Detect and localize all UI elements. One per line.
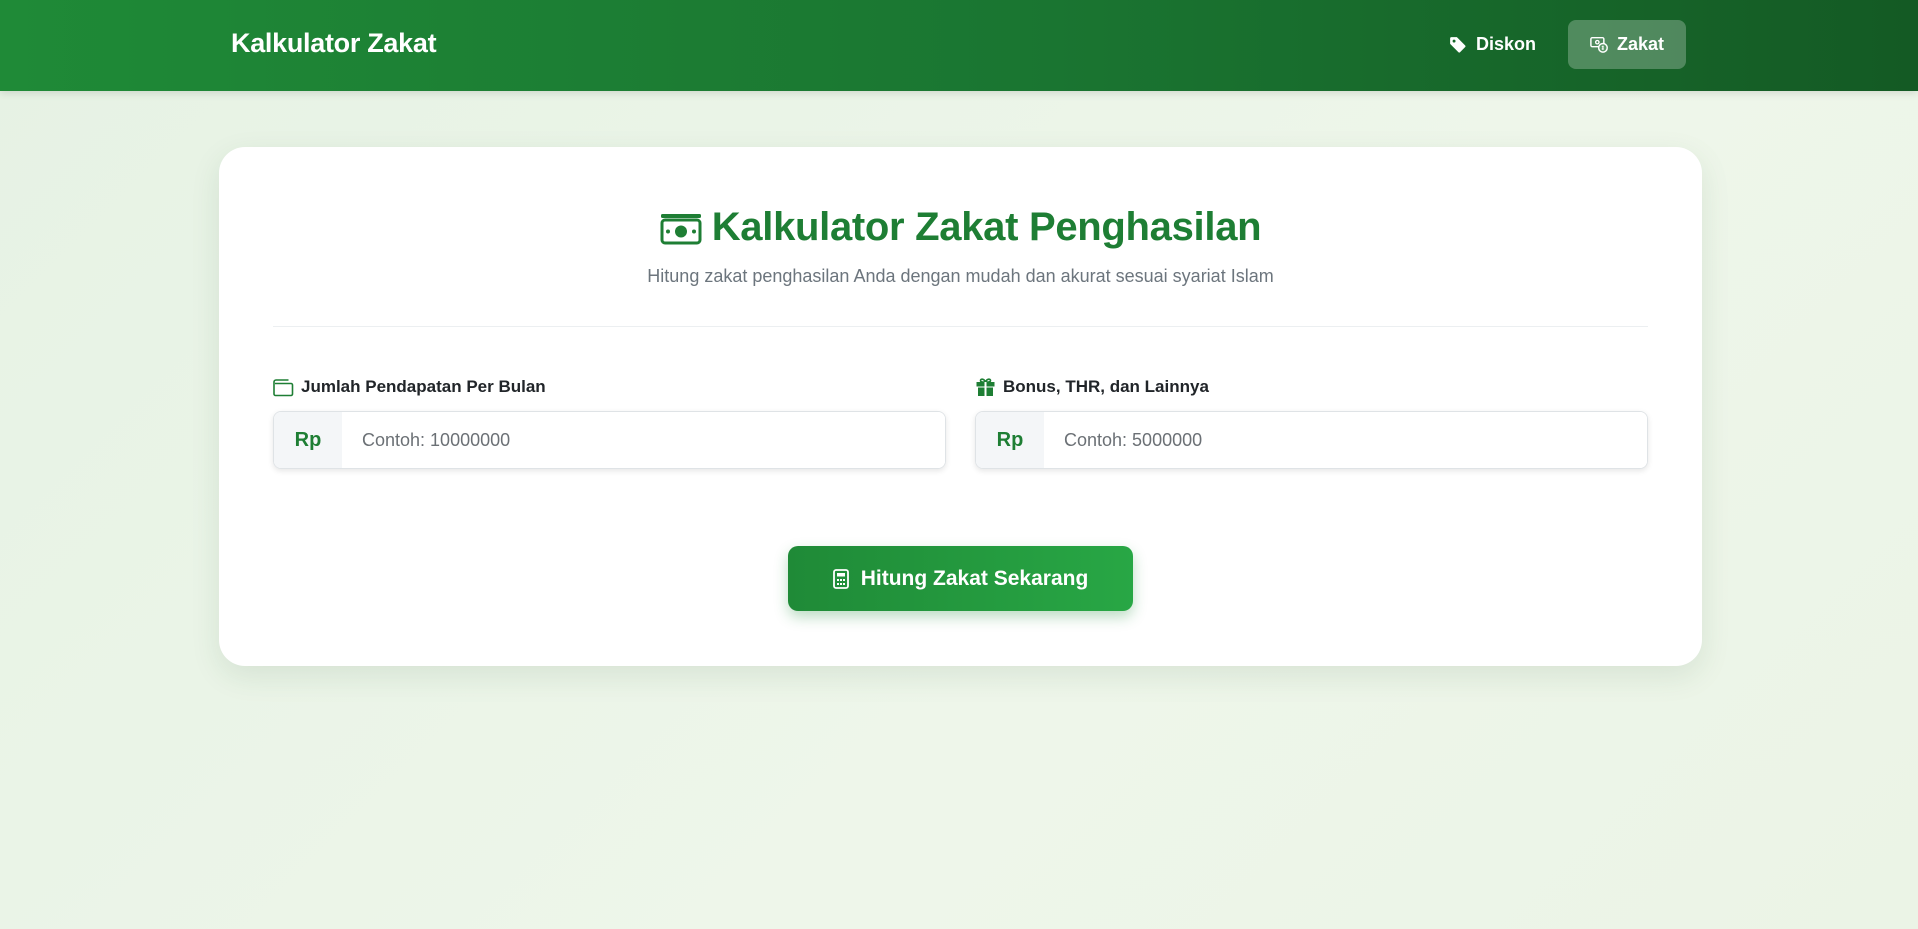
gift-icon	[976, 378, 995, 396]
nav-link-label: Zakat	[1616, 34, 1664, 54]
money-icon	[1590, 36, 1608, 53]
currency-prefix: Rp	[274, 412, 342, 468]
brand-title[interactable]: Kalkulator Zakat	[231, 28, 437, 59]
income-field-group: Jumlah Pendapatan Per Bulan Rp	[273, 376, 946, 469]
bonus-label-text: Bonus, THR, dan Lainnya	[1003, 377, 1209, 396]
nav-link-label: Diskon	[1475, 34, 1536, 54]
wallet-icon	[273, 379, 294, 397]
nav-links: Diskon Zakat	[1427, 20, 1686, 69]
calculator-icon	[832, 568, 849, 589]
navbar: Kalkulator Zakat Diskon Zakat	[0, 0, 1918, 91]
subtitle: Hitung zakat penghasilan Anda dengan mud…	[647, 266, 1274, 286]
tag-icon	[1450, 36, 1466, 53]
bonus-field-group: Bonus, THR, dan Lainnya Rp	[975, 376, 1648, 469]
income-input[interactable]	[342, 412, 945, 468]
currency-prefix: Rp	[976, 412, 1044, 468]
divider	[273, 326, 1648, 327]
nav-link-diskon[interactable]: Diskon	[1427, 20, 1558, 69]
calculate-button[interactable]: Hitung Zakat Sekarang	[788, 546, 1133, 611]
income-label: Jumlah Pendapatan Per Bulan	[273, 376, 946, 398]
calculator-card: Kalkulator Zakat Penghasilan Hitung zaka…	[219, 147, 1702, 666]
bonus-label: Bonus, THR, dan Lainnya	[975, 376, 1648, 398]
income-label-text: Jumlah Pendapatan Per Bulan	[301, 377, 546, 396]
title-text: Kalkulator Zakat Penghasilan	[711, 205, 1262, 249]
calculate-button-label: Hitung Zakat Sekarang	[860, 566, 1089, 590]
page-title: Kalkulator Zakat Penghasilan	[219, 205, 1702, 250]
bonus-input-group: Rp	[975, 411, 1648, 469]
nav-link-zakat[interactable]: Zakat	[1567, 20, 1686, 69]
income-input-group: Rp	[273, 411, 946, 469]
money-bill-icon	[660, 213, 702, 244]
bonus-input[interactable]	[1044, 412, 1647, 468]
